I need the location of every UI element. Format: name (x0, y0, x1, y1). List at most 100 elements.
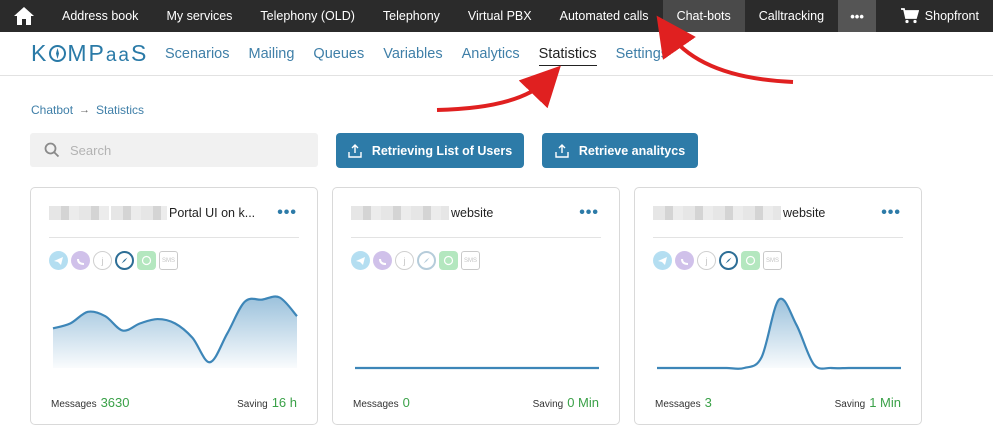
cart-icon (900, 8, 919, 24)
topnav-address-book[interactable]: Address book (48, 0, 152, 32)
tab-scenarios[interactable]: Scenarios (165, 46, 229, 66)
saving-value: 1 Min (869, 395, 901, 410)
breadcrumb: Chatbot → Statistics (31, 103, 144, 117)
messages-value: 0 (402, 395, 410, 410)
sms-icon: SMS (159, 251, 178, 270)
activity-chart (52, 295, 298, 368)
upload-icon (348, 143, 362, 158)
tab-analytics[interactable]: Analytics (462, 46, 520, 66)
home-button[interactable] (0, 0, 48, 32)
compass-icon (115, 251, 134, 270)
upload-icon (555, 143, 569, 158)
sms-icon: SMS (763, 251, 782, 270)
card-title: website (653, 206, 825, 220)
kompas-logo[interactable]: K MPaaS (31, 40, 148, 67)
telegram-icon (351, 251, 370, 270)
card-menu-button[interactable]: ••• (881, 204, 901, 222)
shopfront-link[interactable]: Shopfront (900, 0, 993, 32)
saving-label: Saving (834, 399, 866, 410)
messages-label: Messages (51, 399, 97, 410)
chatbot-card[interactable]: Portal UI on k... ••• j SMS Messages 3630… (30, 187, 318, 425)
tab-queues[interactable]: Queues (313, 46, 364, 66)
messages-value: 3630 (100, 395, 130, 410)
topnav-calltracking[interactable]: Calltracking (745, 0, 838, 32)
chatbot-card[interactable]: website ••• j SMS Messages 3 Saving 1 Min (634, 187, 922, 425)
activity-chart (656, 297, 901, 370)
jivo-icon: j (93, 251, 112, 270)
chatbot-card[interactable]: website ••• j SMS Messages 0 Saving 0 Min (332, 187, 620, 425)
card-stats: Messages 0 Saving 0 Min (353, 394, 599, 412)
chart-area (657, 298, 901, 369)
topnav-virtual-pbx[interactable]: Virtual PBX (454, 0, 546, 32)
chart-area (53, 296, 297, 368)
redacted-text (351, 206, 449, 220)
card-stats: Messages 3 Saving 1 Min (655, 394, 901, 412)
redacted-text (49, 206, 109, 220)
tab-statistics[interactable]: Statistics (538, 46, 597, 66)
breadcrumb-chatbot[interactable]: Chatbot (31, 103, 73, 117)
messages-label: Messages (353, 399, 399, 410)
topnav-automated-calls[interactable]: Automated calls (546, 0, 663, 32)
saving-value: 0 Min (567, 395, 599, 410)
topnav-my-services[interactable]: My services (152, 0, 246, 32)
whatsapp-icon (137, 251, 156, 270)
card-menu-button[interactable]: ••• (579, 204, 599, 222)
viber-icon (373, 251, 392, 270)
card-title: website (351, 206, 493, 220)
sms-icon: SMS (461, 251, 480, 270)
channel-icons: j SMS (351, 251, 480, 270)
saving-label: Saving (532, 399, 564, 410)
redacted-text (111, 206, 167, 220)
top-menu: Address book My services Telephony (OLD)… (48, 0, 838, 32)
shopfront-label: Shopfront (924, 9, 979, 23)
whatsapp-icon (741, 251, 760, 270)
annotation-arrow (436, 65, 561, 112)
topnav-telephony[interactable]: Telephony (369, 0, 454, 32)
jivo-icon: j (697, 251, 716, 270)
card-title-text: website (451, 206, 494, 220)
viber-icon (675, 251, 694, 270)
tab-settings[interactable]: Settings (616, 46, 668, 66)
breadcrumb-arrow-icon: → (79, 104, 91, 116)
channel-icons: j SMS (653, 251, 782, 270)
card-divider (653, 237, 903, 238)
redacted-text (653, 206, 781, 220)
topnav-chat-bots[interactable]: Chat-bots (662, 0, 745, 32)
section-tabs: Scenarios Mailing Queues Variables Analy… (165, 46, 687, 66)
card-stats: Messages 3630 Saving 16 h (51, 394, 297, 412)
jivo-icon: j (395, 251, 414, 270)
telegram-icon (49, 251, 68, 270)
whatsapp-icon (439, 251, 458, 270)
saving-label: Saving (237, 399, 268, 410)
messages-label: Messages (655, 399, 701, 410)
card-divider (49, 237, 299, 238)
more-icon: ••• (850, 8, 864, 24)
retrieve-users-label: Retrieving List of Users (371, 143, 513, 158)
card-title-text: website (783, 206, 826, 220)
telegram-icon (653, 251, 672, 270)
breadcrumb-current: Statistics (96, 103, 145, 117)
card-title: Portal UI on k... (49, 206, 255, 220)
retrieve-users-button[interactable]: Retrieving List of Users (336, 133, 524, 168)
tab-variables[interactable]: Variables (383, 46, 442, 66)
card-divider (351, 237, 601, 238)
search-box (30, 133, 318, 167)
viber-icon (71, 251, 90, 270)
retrieve-analytics-button[interactable]: Retrieve analityсs (542, 133, 698, 168)
channel-icons: j SMS (49, 251, 178, 270)
card-title-text: Portal UI on k... (169, 206, 256, 220)
home-icon (14, 7, 34, 25)
activity-chart (354, 366, 599, 370)
top-navigation-bar: Address book My services Telephony (OLD)… (0, 0, 993, 32)
section-navigation: K MPaaS Scenarios Mailing Queues Variable… (0, 32, 993, 76)
retrieve-analytics-label: Retrieve analityсs (578, 143, 686, 158)
tab-mailing[interactable]: Mailing (248, 46, 294, 66)
compass-icon (417, 251, 436, 270)
topnav-telephony-old[interactable]: Telephony (OLD) (246, 0, 369, 32)
card-menu-button[interactable]: ••• (277, 204, 297, 222)
saving-value: 16 h (271, 395, 297, 410)
search-icon (44, 142, 60, 158)
more-menu-button[interactable]: ••• (838, 0, 877, 32)
messages-value: 3 (704, 395, 712, 410)
search-input[interactable] (70, 142, 300, 158)
